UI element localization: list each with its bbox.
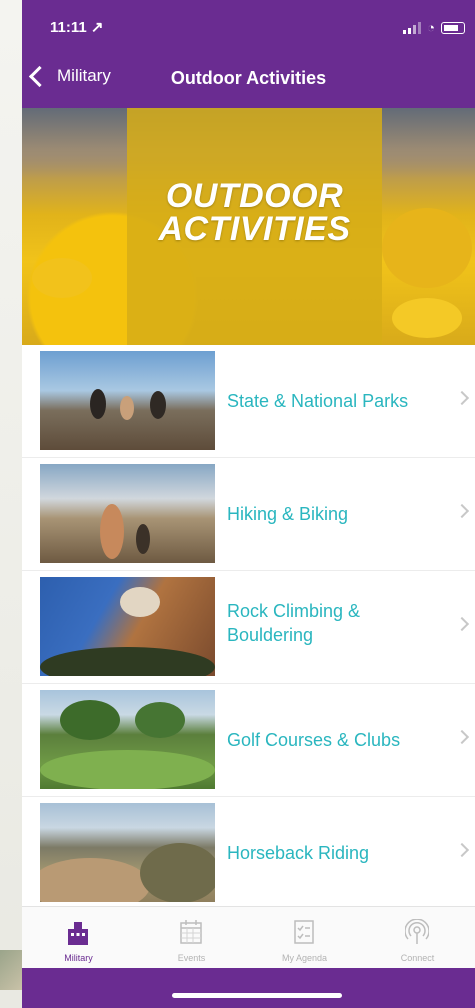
tab-label: Connect <box>400 953 435 963</box>
hikers-on-ridge-photo <box>40 464 215 563</box>
list-item-label: State & National Parks <box>227 391 409 411</box>
hero-title-line2: ACTIVITIES <box>158 210 351 248</box>
calendar-icon <box>180 920 202 944</box>
tab-label: My Agenda <box>281 953 328 963</box>
status-time: 11:11 ↗ <box>50 19 104 36</box>
list-item-label: Horseback Riding <box>227 843 370 863</box>
list-item-label: Golf Courses & Clubs <box>227 730 401 750</box>
list-item-climbing[interactable]: Rock Climbing & Bouldering <box>22 571 475 684</box>
building-icon <box>68 922 88 945</box>
list-item-hiking[interactable]: Hiking & Biking <box>22 458 475 571</box>
broadcast-icon <box>405 919 429 944</box>
header-bar: 11:11 ↗ ◔ Military Outdoor Activities <box>22 0 475 108</box>
desert-trail-photo <box>40 803 215 902</box>
golf-course-photo <box>40 690 215 789</box>
climber-on-boulder-photo <box>40 577 215 676</box>
chevron-right-icon <box>454 503 470 519</box>
app-screen: 11:11 ↗ ◔ Military Outdoor Activities OU… <box>22 0 475 1008</box>
battery-icon <box>441 21 465 34</box>
hero-title: OUTDOOR ACTIVITIES <box>127 177 382 248</box>
list-item-parks[interactable]: State & National Parks <box>22 345 475 458</box>
chevron-right-icon <box>454 390 470 406</box>
tab-label: Military <box>64 953 93 963</box>
background-edge <box>0 0 22 1008</box>
chevron-right-icon <box>454 729 470 745</box>
bottom-bar <box>22 968 475 1008</box>
signal-icon <box>403 21 422 34</box>
list-item-horseback[interactable]: Horseback Riding <box>22 797 475 910</box>
tab-connect[interactable]: Connect <box>361 907 474 969</box>
tab-my-agenda[interactable]: My Agenda <box>248 907 361 969</box>
tab-bar: Military Events My Agenda Connect <box>22 906 475 969</box>
hero-banner: OUTDOOR ACTIVITIES <box>22 108 475 345</box>
tab-label: Events <box>177 953 206 963</box>
people-on-rocks-photo <box>40 351 215 450</box>
chevron-right-icon <box>454 842 470 858</box>
status-icons: ◔ <box>403 20 465 35</box>
tab-events[interactable]: Events <box>135 907 248 969</box>
list-item-golf[interactable]: Golf Courses & Clubs <box>22 684 475 797</box>
home-indicator[interactable] <box>172 993 342 998</box>
page-title: Outdoor Activities <box>170 68 327 88</box>
list-item-label: Hiking & Biking <box>227 504 349 524</box>
checklist-icon <box>294 920 314 944</box>
list-item-label: Rock Climbing & Bouldering <box>227 601 361 645</box>
hero-title-line1: OUTDOOR <box>165 177 344 215</box>
wifi-icon: ◔ <box>427 20 435 35</box>
tab-military[interactable]: Military <box>22 907 135 969</box>
chevron-right-icon <box>454 616 470 632</box>
background-scrap <box>0 950 22 990</box>
